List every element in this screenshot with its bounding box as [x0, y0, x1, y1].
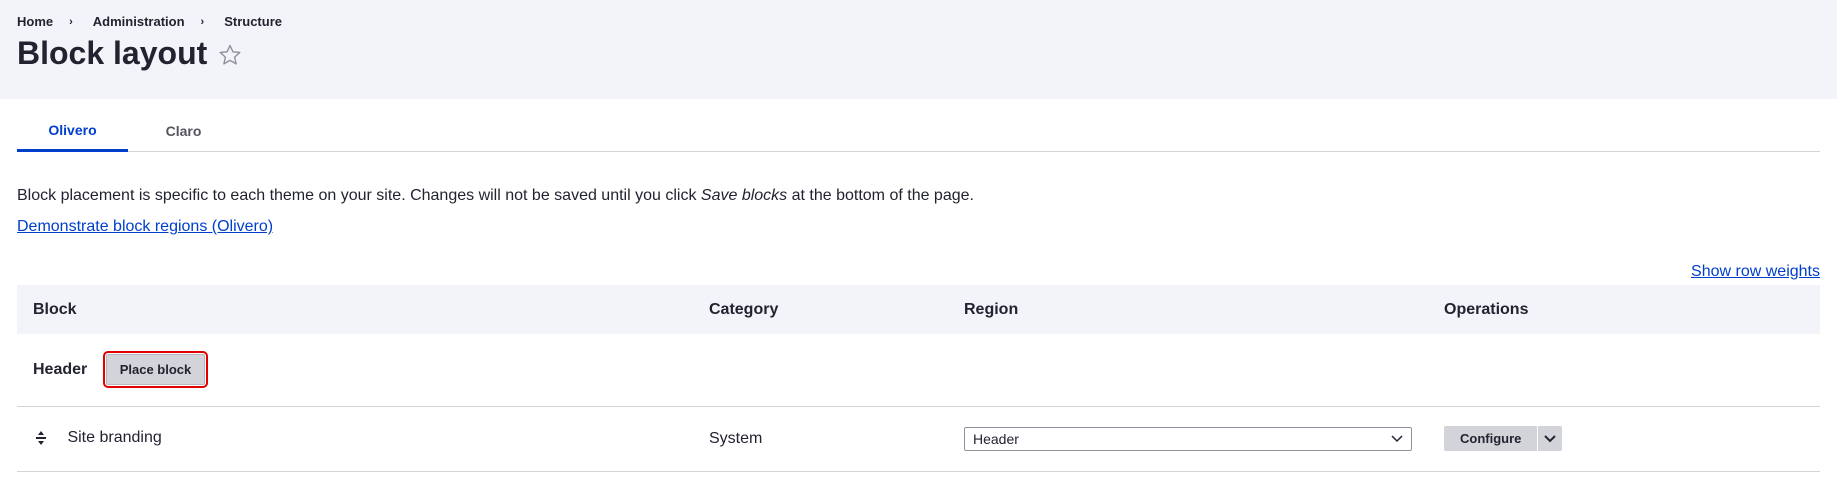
blocks-table: Block Category Region Operations Header … — [17, 285, 1820, 472]
region-title: Header — [33, 360, 88, 378]
breadcrumb-separator: › — [200, 15, 205, 28]
block-placement-description: Block placement is specific to each them… — [17, 187, 1820, 205]
tab-claro[interactable]: Claro — [128, 99, 239, 151]
region-row-header: Header Place block — [17, 334, 1820, 406]
page-header: Home › Administration › Structure Block … — [0, 0, 1837, 99]
breadcrumb: Home › Administration › Structure — [17, 0, 1820, 29]
header-region: Region — [964, 300, 1019, 318]
header-operations: Operations — [1444, 300, 1529, 318]
description-emphasis: Save blocks — [700, 187, 788, 204]
region-select-value: Header — [973, 430, 1019, 447]
breadcrumb-administration[interactable]: Administration — [93, 14, 185, 29]
block-cell: Site branding — [17, 406, 693, 471]
tab-olivero[interactable]: Olivero — [17, 99, 128, 152]
header-block: Block — [33, 300, 77, 318]
table-row: Site branding System Header Configure — [17, 406, 1820, 471]
description-text-before: Block placement is specific to each them… — [17, 187, 701, 204]
operations-dropbutton: Configure — [1444, 426, 1563, 451]
theme-tabs: Olivero Claro — [17, 99, 1820, 152]
table-header-row: Block Category Region Operations — [17, 285, 1820, 334]
region-select[interactable]: Header — [964, 426, 1412, 451]
drag-handle-icon[interactable] — [33, 430, 49, 446]
star-outline-icon[interactable] — [217, 42, 243, 68]
demonstrate-regions-link[interactable]: Demonstrate block regions (Olivero) — [17, 218, 273, 236]
breadcrumb-separator: › — [69, 15, 73, 28]
weights-row: Show row weights — [17, 263, 1820, 285]
place-block-button[interactable]: Place block — [102, 351, 209, 389]
show-row-weights-link[interactable]: Show row weights — [1691, 263, 1820, 280]
block-name: Site branding — [67, 429, 162, 447]
chevron-down-icon — [1391, 434, 1403, 442]
configure-button[interactable]: Configure — [1444, 426, 1538, 451]
main-content: Olivero Claro Block placement is specifi… — [0, 99, 1837, 472]
page-title: Block layout — [17, 35, 208, 71]
region-select-cell: Header — [948, 406, 1428, 471]
operations-cell: Configure — [1428, 406, 1820, 471]
title-row: Block layout — [17, 35, 1820, 72]
chevron-down-icon — [1544, 434, 1557, 442]
breadcrumb-home[interactable]: Home — [17, 14, 53, 29]
description-text-after: at the bottom of the page. — [787, 187, 974, 204]
operations-toggle-button[interactable] — [1538, 426, 1563, 451]
category-cell: System — [709, 429, 763, 447]
region-cell: Header Place block — [17, 334, 1820, 406]
header-category: Category — [709, 300, 779, 318]
breadcrumb-structure[interactable]: Structure — [224, 14, 282, 29]
